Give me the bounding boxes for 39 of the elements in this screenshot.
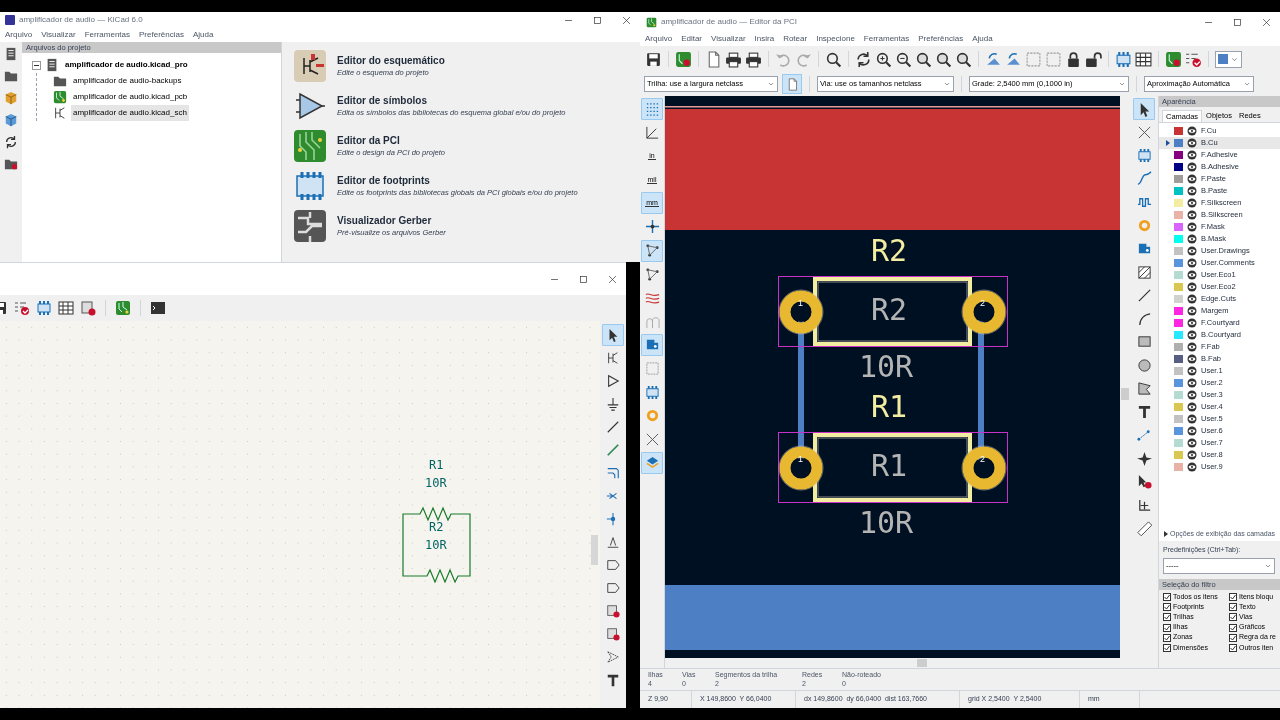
pad-number: 1 (798, 455, 803, 464)
menu-item[interactable]: Ferramentas (84, 29, 131, 41)
footprint-fab-text: R2 (871, 295, 908, 325)
pad-number: 1 (798, 299, 803, 308)
menu-item[interactable]: Preferências (918, 33, 964, 45)
launcher-title[interactable]: Editor de símbolos (337, 95, 566, 106)
menu-item[interactable]: Ajuda (192, 29, 214, 41)
window-title: amplificador de audio — KiCad 6.0 (19, 14, 143, 26)
window-title: amplificador de audio — Editor da PCI (661, 16, 798, 28)
value-label: 10R (425, 477, 447, 489)
menu-item[interactable]: Insira (754, 33, 775, 45)
footprint-ref-text: R2 (871, 236, 908, 266)
footprint-value-text: 10R (859, 508, 914, 538)
footprint-value-text: 10R (859, 352, 914, 382)
menu-item[interactable]: Ajuda (972, 33, 993, 45)
menu-item[interactable]: Inspecione (816, 33, 855, 45)
pad-number: 2 (980, 455, 985, 464)
launcher-title[interactable]: Editor do esquemático (337, 55, 445, 66)
menu-item[interactable]: Arquivo (5, 29, 33, 41)
menu-item[interactable]: Arquivo (645, 33, 673, 45)
footprint-ref-text: R1 (871, 392, 908, 422)
tree-item[interactable]: amplificador de audio.kicad_sch (71, 105, 189, 121)
tree-item[interactable]: amplificador de audio.kicad_pro (63, 59, 190, 71)
menu-item[interactable]: Preferências (139, 29, 184, 41)
menu-item[interactable]: Rotear (783, 33, 808, 45)
menu-item[interactable]: Visualizar (711, 33, 746, 45)
value-label: 10R (425, 539, 447, 551)
launcher-title[interactable]: Visualizador Gerber (337, 215, 446, 226)
reference-label: R2 (429, 521, 444, 533)
tree-item[interactable]: amplificador de audio-backups (71, 73, 184, 89)
launcher-title[interactable]: Editor da PCI (337, 135, 445, 146)
footprint-fab-text: R1 (871, 451, 908, 481)
pad-number: 2 (980, 299, 985, 308)
tree-item[interactable]: amplificador de audio.kicad_pcb (71, 89, 190, 105)
menu-item[interactable]: Ferramentas (863, 33, 910, 45)
reference-label: R1 (429, 459, 444, 471)
menu-item[interactable]: Visualizar (41, 29, 76, 41)
menu-item[interactable]: Editar (681, 33, 703, 45)
launcher-title[interactable]: Editor de footprints (337, 175, 578, 186)
